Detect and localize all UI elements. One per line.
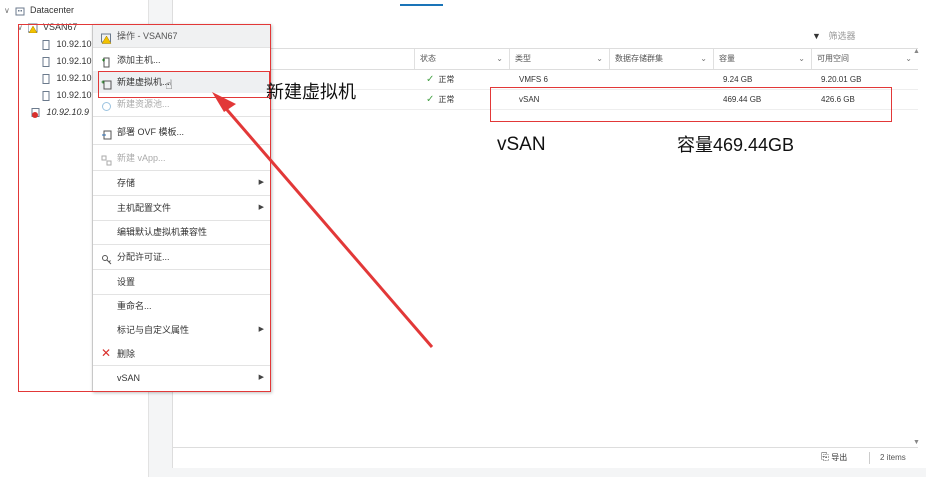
annotation-new-vm-label: 新建虚拟机 — [266, 82, 356, 102]
annotation-arrowhead — [212, 92, 236, 112]
annotation-vsan-label: vSAN — [497, 134, 546, 155]
annotation-arrow-layer — [212, 92, 434, 348]
annotation-capacity-label: 容量469.44GB — [677, 135, 795, 155]
annotation-arrow — [220, 103, 434, 348]
